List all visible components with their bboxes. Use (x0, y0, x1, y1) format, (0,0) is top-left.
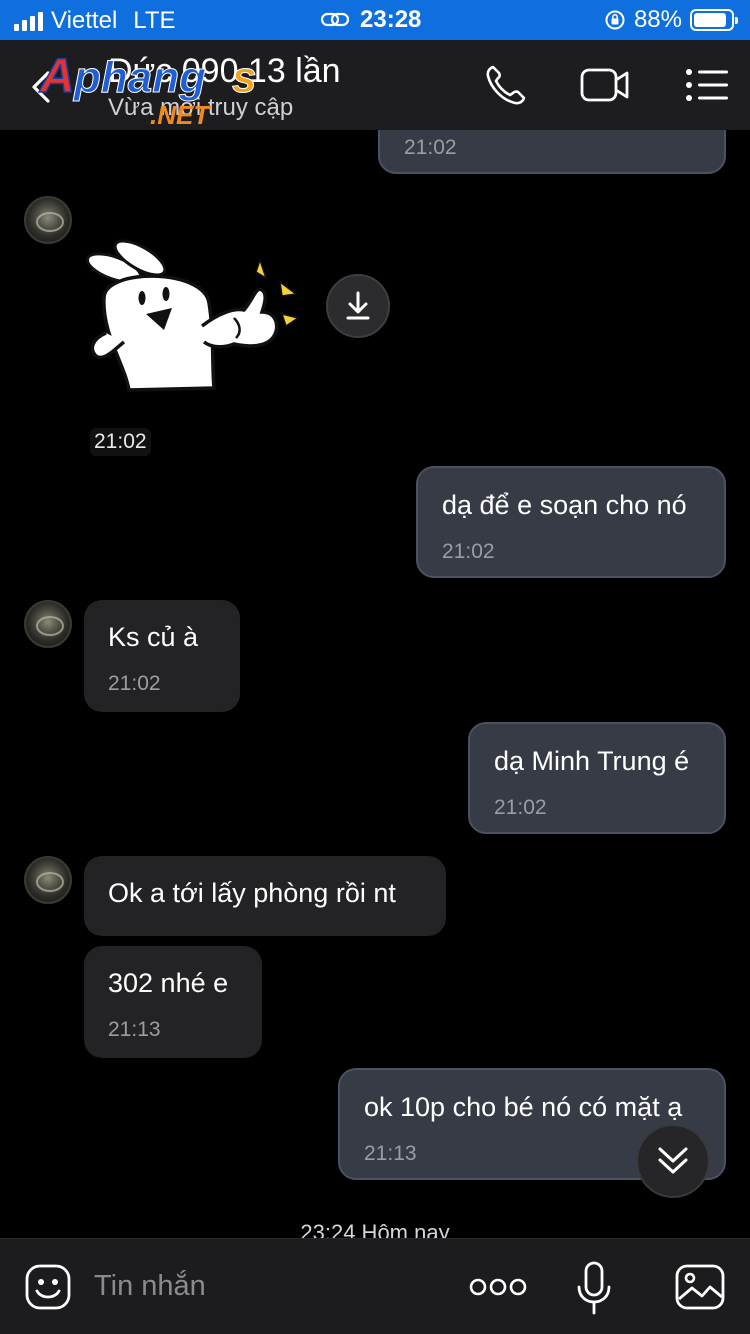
outgoing-message[interactable]: 21:02 (378, 130, 726, 174)
battery-percent: 88% (633, 6, 682, 33)
svg-text:.NET: .NET (150, 100, 211, 130)
message-text: ok 10p cho bé nó có mặt ạ (364, 1092, 683, 1122)
svg-text:s: s (232, 53, 256, 102)
emoji-icon[interactable] (24, 1263, 72, 1311)
message-time: 21:02 (404, 136, 457, 159)
video-icon[interactable] (580, 62, 630, 108)
outgoing-message[interactable]: dạ để e soạn cho nó 21:02 (416, 466, 726, 578)
sticker-image[interactable] (84, 238, 304, 398)
message-time: 21:13 (364, 1142, 417, 1165)
message-input-bar (0, 1238, 750, 1334)
incoming-message[interactable]: Ok a tới lấy phòng rồi nt (84, 856, 446, 936)
date-separator: 23:24 Hôm nay (300, 1220, 450, 1238)
message-text: dạ Minh Trung é (494, 746, 690, 776)
double-chevron-down-icon (658, 1147, 688, 1174)
mic-icon[interactable] (576, 1261, 612, 1315)
avatar[interactable] (24, 196, 72, 244)
message-time: 21:02 (494, 796, 547, 819)
message-text: Ks củ à (108, 622, 199, 652)
carrier-label: Viettel (51, 7, 118, 34)
signal-icon (14, 11, 43, 31)
message-input[interactable] (94, 1261, 434, 1311)
incoming-message[interactable]: Ks củ à 21:02 (84, 600, 240, 712)
download-icon (346, 291, 370, 320)
svg-text:phang: phang (73, 53, 206, 102)
image-icon[interactable] (674, 1263, 726, 1311)
status-left: Viettel LTE (14, 7, 176, 35)
orientation-lock-icon (605, 10, 625, 30)
message-time: 21:02 (108, 672, 161, 695)
scroll-to-bottom-button[interactable] (636, 1124, 710, 1198)
message-text: Ok a tới lấy phòng rồi nt (108, 878, 396, 908)
phone-icon[interactable] (482, 62, 532, 108)
network-label: LTE (133, 7, 176, 34)
status-bar: Viettel LTE 23:28 88% (0, 0, 750, 40)
avatar[interactable] (24, 600, 72, 648)
chat-header: Đức 090 13 lần Vừa mới truy cập A phang … (0, 40, 750, 130)
link-icon (320, 12, 350, 27)
svg-text:A: A (39, 50, 75, 103)
outgoing-message[interactable]: dạ Minh Trung é 21:02 (468, 722, 726, 834)
watermark-logo: A phang s .NET (38, 49, 257, 130)
message-time: 21:13 (108, 1018, 161, 1041)
status-center: 23:28 (320, 6, 421, 34)
incoming-message[interactable]: 302 nhé e 21:13 (84, 946, 262, 1058)
battery-icon (690, 9, 738, 31)
menu-icon[interactable] (684, 62, 734, 108)
download-button[interactable] (326, 274, 390, 338)
clock: 23:28 (360, 6, 422, 33)
message-text: dạ để e soạn cho nó (442, 490, 687, 520)
message-time: 21:02 (442, 540, 495, 563)
message-text: 302 nhé e (108, 968, 229, 998)
more-icon[interactable] (468, 1269, 528, 1305)
message-list[interactable]: 21:02 21:02 dạ để e soạn cho nó 21:02 Ks… (0, 130, 750, 1238)
sticker-time: 21:02 (90, 428, 151, 456)
avatar[interactable] (24, 856, 72, 904)
status-right: 88% (604, 6, 738, 34)
